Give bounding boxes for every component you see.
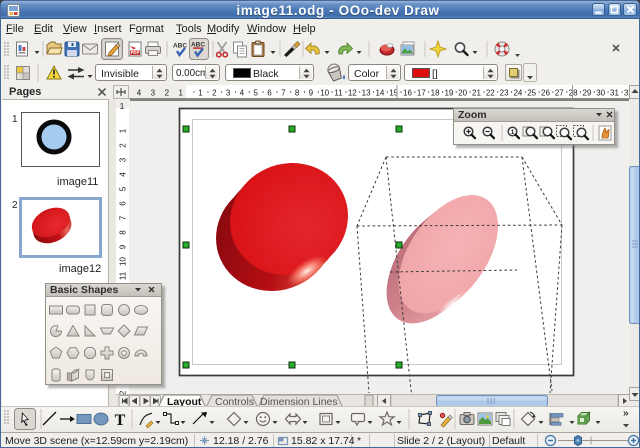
svg-text:30: 30 — [596, 89, 605, 98]
svg-text:1: 1 — [119, 128, 128, 133]
svg-text:18: 18 — [431, 89, 440, 98]
svg-text:9: 9 — [119, 244, 128, 249]
svg-text:3: 3 — [119, 157, 128, 162]
svg-text:27: 27 — [555, 89, 564, 98]
svg-text:2: 2 — [165, 89, 170, 98]
svg-text:4: 4 — [119, 172, 128, 177]
svg-text:28: 28 — [569, 89, 578, 98]
svg-text:7: 7 — [119, 215, 128, 220]
svg-text:5: 5 — [253, 89, 258, 98]
svg-text:6: 6 — [267, 89, 272, 98]
svg-text:5: 5 — [119, 186, 128, 191]
svg-text:22: 22 — [486, 89, 495, 98]
svg-text:PDF: PDF — [131, 50, 140, 55]
svg-text:7: 7 — [281, 89, 286, 98]
svg-text:11: 11 — [334, 89, 343, 98]
svg-text:8: 8 — [119, 230, 128, 235]
svg-text:21: 21 — [472, 89, 481, 98]
svg-text:»: » — [623, 408, 629, 419]
svg-text:2: 2 — [212, 89, 217, 98]
svg-text:T: T — [115, 412, 126, 429]
svg-text:10: 10 — [119, 257, 128, 266]
svg-text:8: 8 — [295, 89, 300, 98]
svg-text:17: 17 — [417, 89, 426, 98]
svg-text:26: 26 — [541, 89, 550, 98]
svg-text:16: 16 — [403, 89, 412, 98]
svg-text:3: 3 — [226, 89, 231, 98]
svg-text:1: 1 — [178, 89, 183, 98]
svg-text:9: 9 — [309, 89, 314, 98]
svg-text:19: 19 — [444, 89, 453, 98]
svg-text:1: 1 — [198, 89, 203, 98]
svg-text:12: 12 — [348, 89, 357, 98]
svg-text:24: 24 — [513, 89, 522, 98]
svg-text:14: 14 — [375, 89, 384, 98]
svg-text:25: 25 — [527, 89, 536, 98]
svg-text:6: 6 — [119, 201, 128, 206]
svg-text:11: 11 — [119, 271, 128, 280]
svg-text:31: 31 — [610, 89, 619, 98]
svg-text:1: 1 — [120, 101, 125, 111]
svg-text:4: 4 — [240, 89, 245, 98]
svg-text:2: 2 — [119, 143, 128, 148]
svg-text:4: 4 — [137, 89, 142, 98]
svg-text:13: 13 — [362, 89, 371, 98]
svg-text:20: 20 — [458, 89, 467, 98]
svg-text:3: 3 — [151, 89, 156, 98]
svg-text:29: 29 — [582, 89, 591, 98]
svg-text:10: 10 — [320, 89, 329, 98]
svg-text:23: 23 — [500, 89, 509, 98]
